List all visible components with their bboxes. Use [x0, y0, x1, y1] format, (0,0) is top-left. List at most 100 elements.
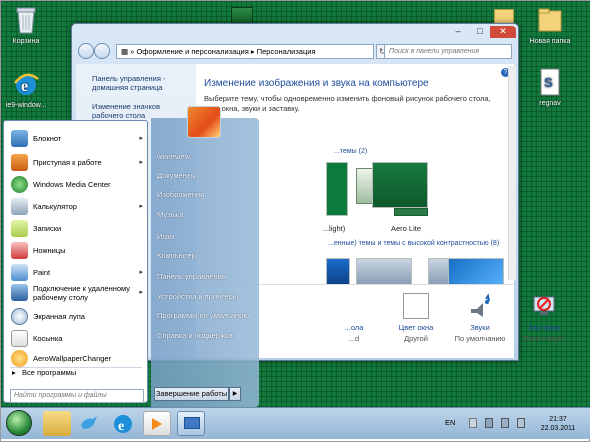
taskbar-bird-icon[interactable] — [75, 411, 103, 436]
page-description: Выберите тему, чтобы одновременно измени… — [204, 94, 491, 113]
start-right-item-help-support[interactable]: Справка и поддержка — [157, 331, 233, 340]
magnifier-icon — [11, 308, 28, 325]
start-item-label: Подключение к удаленному рабочему столу — [33, 284, 131, 302]
start-item-calculator[interactable]: Калькулятор ▸ — [9, 197, 147, 217]
start-right-item-user[interactable]: winreview — [157, 152, 190, 161]
flag-icon[interactable] — [469, 418, 477, 428]
language-indicator[interactable]: EN — [445, 418, 455, 427]
sounds-setting[interactable]: Звуки По умолчанию — [450, 293, 510, 343]
svg-text:S: S — [544, 75, 553, 90]
start-search-input[interactable]: Найти программы и файлы — [10, 389, 144, 403]
taskbar-explorer-icon[interactable] — [43, 411, 71, 436]
start-right-item-documents[interactable]: Документы — [157, 171, 196, 180]
start-item-label: Приступая к работе — [33, 158, 102, 167]
paint-icon — [11, 264, 28, 281]
desktop-icon-label: regnav — [539, 100, 561, 107]
breadcrumb-item[interactable]: Оформление и персонализация — [136, 47, 248, 56]
desktop-background-setting[interactable]: ...ола ...d — [324, 293, 384, 343]
address-bar[interactable]: ▦ » Оформление и персонализация ▸ Персон… — [116, 44, 374, 59]
theme-thumbnail[interactable] — [326, 162, 348, 216]
scrollbar[interactable] — [508, 66, 516, 280]
search-placeholder: Поиск в панели управления — [389, 48, 480, 55]
taskbar: e EN 21:37 22.03.2011 — [1, 407, 590, 439]
shutdown-options-button[interactable]: ▶ — [229, 387, 241, 401]
network-icon[interactable] — [485, 418, 493, 428]
window-color-icon — [403, 293, 429, 319]
close-button[interactable]: ✕ — [490, 26, 516, 38]
clock[interactable]: 21:37 22.03.2011 — [535, 415, 581, 433]
desktop-icon-recycle-bin[interactable]: Корзина — [1, 5, 55, 46]
notepad-icon — [11, 130, 28, 147]
minimize-button[interactable]: – — [448, 26, 468, 38]
start-item-label: Windows Media Center — [33, 180, 111, 189]
taskbar-media-player-icon[interactable] — [143, 411, 171, 436]
start-item-remote-desktop[interactable]: Подключение к удаленному рабочему столу … — [9, 283, 147, 305]
start-right-item-devices-printers[interactable]: Устройства и принтеры — [157, 292, 238, 301]
start-item-solitaire[interactable]: Косынка — [9, 329, 147, 349]
control-panel-home-link[interactable]: Панель управления - домашняя страница — [92, 74, 192, 92]
start-item-getting-started[interactable]: Приступая к работе ▸ — [9, 153, 147, 173]
start-item-label: Блокнот — [33, 134, 62, 143]
start-right-item-computer[interactable]: Компьютер — [157, 251, 196, 260]
clock-date: 22.03.2011 — [540, 425, 576, 432]
start-button[interactable] — [6, 410, 32, 436]
user-account-picture[interactable] — [187, 106, 221, 138]
window-color-setting[interactable]: Цвет окна Другой — [386, 293, 446, 343]
desktop-icon-regnav[interactable]: S regnav — [521, 67, 579, 108]
desktop-icon-new-folder[interactable]: Новая папка — [521, 5, 579, 46]
start-item-aero-wallpaper-changer[interactable]: AeroWallpaperChanger — [9, 349, 147, 369]
start-menu-right-pane: winreview Документы Изображения Музыка И… — [151, 118, 259, 407]
start-item-notepad[interactable]: Блокнот ▸ — [9, 129, 147, 149]
tray-icon[interactable] — [517, 418, 525, 428]
screensaver-icon — [531, 293, 557, 319]
start-item-magnifier[interactable]: Экранная лупа — [9, 307, 147, 327]
start-search-placeholder: Найти программы и файлы — [14, 392, 107, 399]
start-right-item-music[interactable]: Музыка — [157, 210, 184, 219]
all-programs-label: Все программы — [22, 368, 77, 377]
installed-themes-heading: ...енные) темы и темы с высокой контраст… — [328, 240, 500, 247]
sounds-value: По умолчанию — [454, 334, 506, 343]
volume-icon[interactable] — [501, 418, 509, 428]
start-item-snipping-tool[interactable]: Ножницы — [9, 241, 147, 261]
clock-time: 21:37 — [549, 416, 567, 423]
maximize-button[interactable]: □ — [470, 26, 490, 38]
start-menu: winreview Документы Изображения Музыка И… — [1, 118, 259, 407]
internet-explorer-icon: e — [12, 69, 40, 99]
screensaver-link[interactable]: Заставка — [514, 323, 574, 332]
all-programs-button[interactable]: ▸ Все программы — [12, 368, 147, 377]
breadcrumb-item[interactable]: Персонализация — [257, 47, 316, 56]
back-button[interactable] — [78, 43, 94, 59]
screensaver-setting[interactable]: Заставка Отсутствует — [514, 293, 574, 343]
navigation-bar: ▦ » Оформление и персонализация ▸ Персон… — [76, 41, 514, 61]
start-item-label: Paint — [33, 268, 51, 277]
media-center-icon — [11, 176, 28, 193]
screenshot-frame: Корзина e ie9-window... Новая папка S re… — [0, 0, 590, 442]
start-right-item-control-panel[interactable]: Панель управления — [157, 272, 226, 281]
shutdown-button[interactable]: Завершение работы — [154, 387, 229, 401]
search-input[interactable]: Поиск в панели управления — [384, 44, 512, 59]
theme-label: ...light) — [322, 224, 346, 233]
my-themes-heading: ...темы (2) — [334, 148, 368, 155]
start-right-item-games[interactable]: Игры — [157, 232, 175, 241]
theme-label: Aero Lite — [390, 224, 422, 233]
theme-thumbnail-aero-lite[interactable] — [372, 162, 428, 208]
desktop-icon-ie9[interactable]: e ie9-window... — [1, 69, 55, 110]
taskbar-internet-explorer-icon[interactable]: e — [109, 411, 137, 436]
desktop-background-link[interactable]: ...ола — [324, 323, 384, 332]
taskbar-control-panel-icon[interactable] — [177, 411, 205, 436]
desktop-background-value: ...d — [348, 334, 360, 343]
folder-icon — [536, 5, 564, 35]
window-color-link[interactable]: Цвет окна — [386, 323, 446, 332]
start-item-paint[interactable]: Paint ▸ — [9, 263, 147, 283]
scissors-icon — [11, 242, 28, 259]
start-menu-left-pane: Блокнот ▸ Приступая к работе ▸ Windows M… — [3, 120, 148, 403]
sounds-link[interactable]: Звуки — [450, 323, 510, 332]
forward-button[interactable] — [94, 43, 110, 59]
screensaver-value: Отсутствует — [522, 334, 566, 343]
start-item-media-center[interactable]: Windows Media Center — [9, 175, 147, 195]
solitaire-icon — [11, 330, 28, 347]
start-right-item-pictures[interactable]: Изображения — [157, 190, 204, 199]
start-right-item-default-programs[interactable]: Программы по умолчанию — [157, 311, 249, 320]
remote-desktop-icon — [11, 284, 28, 301]
start-item-sticky-notes[interactable]: Записки — [9, 219, 147, 239]
